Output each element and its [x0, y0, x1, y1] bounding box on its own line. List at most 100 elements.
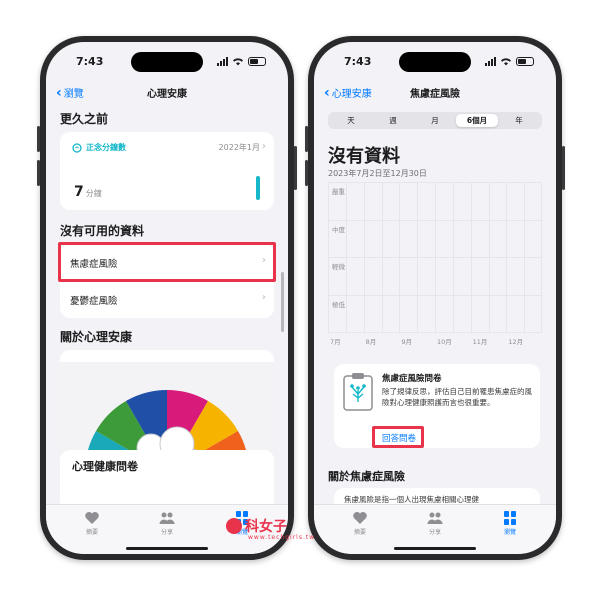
watermark-text: 科女子: [245, 519, 287, 535]
questionnaire-card[interactable]: 心理健康問卷: [60, 450, 274, 510]
status-icons: [485, 57, 534, 66]
power-button: [294, 146, 297, 190]
status-icons: [217, 57, 266, 66]
volume-down-button: [37, 160, 40, 186]
section-no-data-title: 沒有可用的資料: [60, 224, 145, 238]
watermark-logo-icon: [226, 518, 242, 534]
y-tick-label: 中度: [332, 225, 345, 234]
screen-left: 7:43 ‹ 瀏覽 心理安康 更久之前 正念分鐘數 2022年1月 › 7 分鐘…: [46, 42, 288, 554]
highlight-box: [58, 242, 276, 282]
tab-browse[interactable]: 瀏覽: [480, 511, 540, 536]
status-bar: 7:43: [314, 54, 556, 72]
section-earlier-title: 更久之前: [60, 112, 109, 126]
phone-left: 7:43 ‹ 瀏覽 心理安康 更久之前 正念分鐘數 2022年1月 › 7 分鐘…: [37, 36, 297, 560]
risk-chart: 嚴重中度輕微極低 7月 8月 9月 10月 11月 12月: [328, 182, 542, 352]
tab-sharing[interactable]: 分享: [405, 511, 465, 536]
about-anxiety-text: 焦慮風險是指一個人出現焦慮相關心理健: [344, 495, 479, 504]
x-tick-label: 11月: [472, 338, 488, 346]
grid-icon: [504, 511, 516, 525]
tab-label: 摘要: [353, 529, 366, 536]
tab-label: 摘要: [85, 529, 98, 536]
tab-sharing[interactable]: 分享: [137, 511, 197, 536]
volume-up-button: [37, 126, 40, 152]
status-bar: 7:43: [46, 54, 288, 72]
segment-day[interactable]: 天: [330, 114, 372, 127]
chevron-right-icon: ›: [261, 292, 266, 303]
survey-description: 除了規律反思，評估自己目前罹患焦慮症的風險對心理健康照護而言也很重要。: [382, 387, 532, 407]
watermark-url: www.techgirls.tw: [248, 534, 316, 541]
clock: 7:43: [76, 55, 104, 68]
watermark: 科女子: [226, 516, 287, 536]
tab-label: 瀏覽: [503, 529, 516, 536]
chart-gridline-horizontal: [328, 219, 542, 221]
signal-icon: [217, 57, 228, 66]
y-tick-label: 極低: [332, 300, 345, 309]
scroll-indicator[interactable]: [281, 272, 284, 332]
head-icon: [72, 142, 82, 153]
home-indicator: [126, 547, 208, 550]
battery-icon: [248, 57, 266, 66]
mindful-title: 正念分鐘數: [86, 143, 126, 152]
wifi-icon: [233, 58, 243, 66]
about-anxiety-title: 關於焦慮症風險: [328, 470, 405, 483]
survey-title: 焦慮症風險問卷: [382, 374, 442, 384]
x-tick-label: 9月: [401, 338, 412, 346]
signal-icon: [485, 57, 496, 66]
y-tick-label: 輕微: [332, 263, 345, 271]
volume-up-button: [305, 126, 308, 152]
canvas: 7:43 ‹ 瀏覽 心理安康 更久之前 正念分鐘數 2022年1月 › 7 分鐘…: [0, 0, 600, 594]
questionnaire-label: 心理健康問卷: [72, 460, 138, 473]
clipboard-icon: [343, 373, 373, 411]
mindful-unit: 分鐘: [85, 189, 102, 198]
power-button: [562, 146, 565, 190]
list-item-depression-risk[interactable]: 憂鬱症風險 ›: [60, 281, 274, 318]
tab-bar: 摘要 分享 瀏覽: [314, 504, 556, 554]
nav-bar: ‹ 心理安康 焦慮症風險: [314, 82, 556, 104]
mindful-minutes-card[interactable]: 正念分鐘數 2022年1月 › 7 分鐘: [60, 132, 274, 210]
mindful-date: 2022年1月: [218, 143, 260, 152]
home-indicator: [394, 547, 476, 550]
chart-gridline-horizontal: [328, 332, 542, 333]
highlight-box: [372, 426, 424, 448]
segment-year[interactable]: 年: [498, 114, 540, 127]
mindful-number: 7: [74, 184, 84, 200]
phone-right: 7:43 ‹ 心理安康 焦慮症風險 天 週 月 6個月 年 沒有資料 2023年7…: [305, 36, 565, 560]
x-tick-label: 7月: [330, 338, 341, 346]
chart-gridline-horizontal: [328, 182, 542, 183]
x-tick-label: 12月: [508, 338, 524, 346]
list-item-label: 憂鬱症風險: [70, 296, 118, 307]
mindful-bar: [256, 176, 260, 200]
chart-gridline-horizontal: [328, 257, 542, 258]
tab-label: 分享: [428, 529, 441, 536]
people-icon: [159, 512, 175, 524]
segment-week[interactable]: 週: [372, 114, 414, 127]
heart-icon: [353, 512, 367, 524]
tab-label: 分享: [160, 529, 173, 536]
tab-summary[interactable]: 摘要: [62, 511, 122, 536]
screen-right: 7:43 ‹ 心理安康 焦慮症風險 天 週 月 6個月 年 沒有資料 2023年7…: [314, 42, 556, 554]
no-data-headline: 沒有資料: [328, 146, 400, 167]
heart-icon: [85, 512, 99, 524]
page-title: 心理安康: [147, 89, 187, 100]
clock: 7:43: [344, 55, 372, 68]
chart-gridline-horizontal: [328, 294, 542, 296]
section-about-title: 關於心理安康: [60, 330, 133, 344]
mindful-value: 7 分鐘: [74, 184, 102, 200]
page-title: 焦慮症風險: [410, 89, 460, 100]
mindful-header: 正念分鐘數: [72, 142, 126, 153]
y-tick-label: 嚴重: [332, 188, 345, 196]
segment-month[interactable]: 月: [414, 114, 456, 127]
time-range-segmented-control: 天 週 月 6個月 年: [328, 112, 542, 129]
date-range: 2023年7月2日至12月30日: [328, 169, 427, 178]
people-icon: [427, 512, 443, 524]
x-tick-label: 8月: [365, 338, 377, 346]
x-tick-label: 10月: [437, 338, 452, 346]
tab-summary[interactable]: 摘要: [330, 511, 390, 536]
segment-6-months[interactable]: 6個月: [456, 114, 498, 127]
wifi-icon: [501, 58, 511, 66]
battery-icon: [516, 57, 534, 66]
nav-bar: ‹ 瀏覽 心理安康: [46, 82, 288, 104]
volume-down-button: [305, 160, 308, 186]
chevron-right-icon: ›: [261, 141, 266, 152]
survey-card: 焦慮症風險問卷 除了規律反思，評估自己目前罹患焦慮症的風險對心理健康照護而言也很…: [334, 364, 540, 448]
